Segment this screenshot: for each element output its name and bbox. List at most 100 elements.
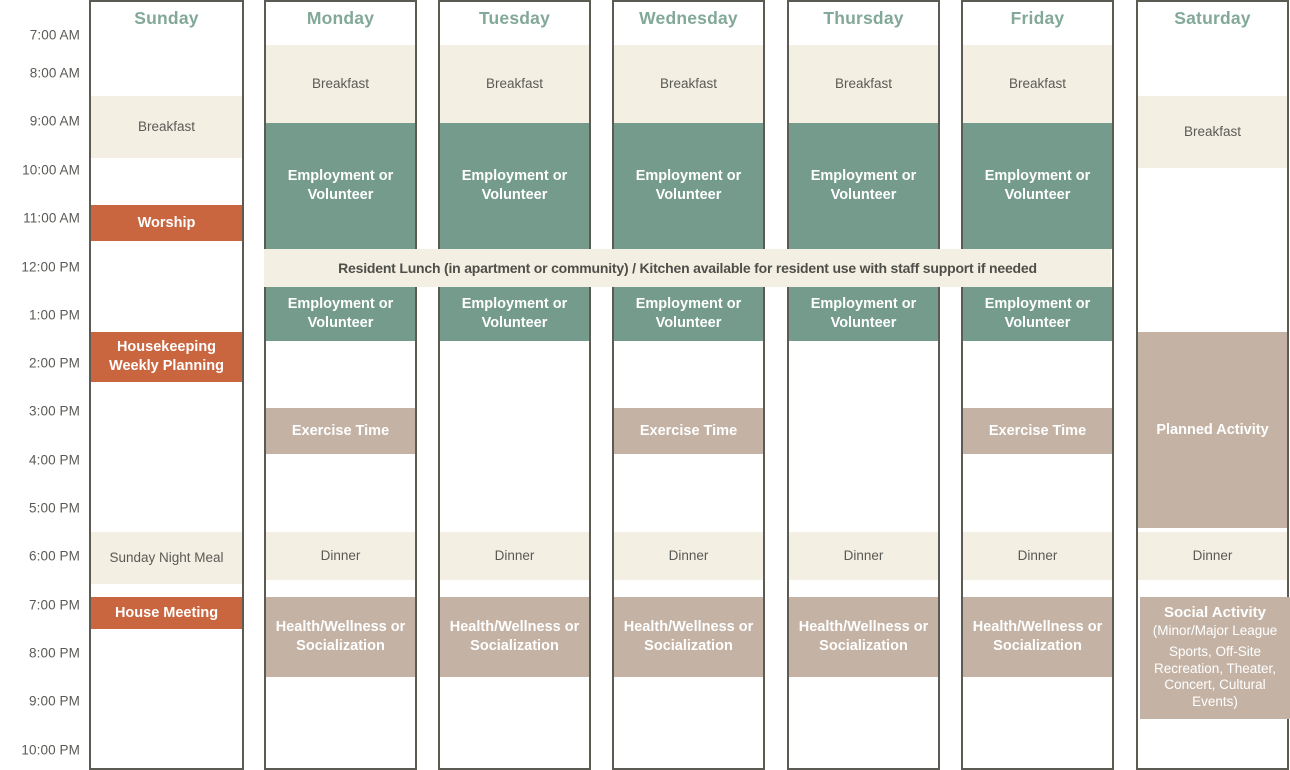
- event-label: Employment or Volunteer: [635, 296, 742, 331]
- event-label: Sunday Night Meal: [109, 550, 224, 566]
- event-label: Employment or Volunteer: [287, 296, 394, 331]
- event-label: Planned Activity: [1156, 421, 1269, 438]
- event-block[interactable]: Employment or Volunteer: [440, 287, 589, 341]
- event-label: Exercise Time: [988, 422, 1087, 439]
- event-label: Dinner: [668, 548, 709, 564]
- event-block[interactable]: Breakfast: [1138, 96, 1287, 168]
- time-label: 10:00 PM: [21, 742, 80, 758]
- time-label: 2:00 PM: [29, 355, 80, 371]
- event-label: Exercise Time: [291, 422, 390, 439]
- time-axis: 7:00 AM 8:00 AM 9:00 AM 10:00 AM 11:00 AM 12:…: [0, 0, 88, 770]
- event-label: Employment or Volunteer: [984, 168, 1091, 203]
- event-block[interactable]: Dinner: [1138, 532, 1287, 580]
- event-label: Breakfast: [659, 76, 718, 92]
- social-activity-title: Social Activity: [1164, 604, 1266, 621]
- time-label: 3:00 PM: [29, 403, 80, 419]
- event-label: Employment or Volunteer: [461, 168, 568, 203]
- event-block[interactable]: Dinner: [440, 532, 589, 580]
- event-block[interactable]: House Meeting: [91, 597, 242, 629]
- event-label: Breakfast: [1183, 124, 1242, 140]
- event-block[interactable]: Dinner: [963, 532, 1112, 580]
- day-header-wednesday: Wednesday: [639, 8, 738, 28]
- day-column-friday[interactable]: Friday Breakfast Employment or Volunteer Em…: [961, 0, 1114, 770]
- event-block[interactable]: Employment or Volunteer: [789, 123, 938, 249]
- event-block[interactable]: Worship: [91, 205, 242, 241]
- day-header-saturday: Saturday: [1174, 8, 1251, 28]
- day-header-tuesday: Tuesday: [478, 8, 551, 28]
- event-block[interactable]: Exercise Time: [614, 408, 763, 454]
- event-block[interactable]: Employment or Volunteer: [266, 287, 415, 341]
- event-block[interactable]: Health/Wellness or Socialization: [963, 597, 1112, 677]
- event-block[interactable]: Dinner: [789, 532, 938, 580]
- event-label: Employment or Volunteer: [984, 296, 1091, 331]
- event-label: Breakfast: [834, 76, 893, 92]
- event-block[interactable]: Health/Wellness or Socialization: [440, 597, 589, 677]
- event-label: Breakfast: [485, 76, 544, 92]
- time-label: 7:00 AM: [29, 27, 80, 43]
- day-column-sunday[interactable]: Sunday Breakfast Worship Housekeeping Weekl…: [89, 0, 244, 770]
- event-block[interactable]: Breakfast: [789, 45, 938, 123]
- event-label: Health/Wellness or Socialization: [798, 619, 929, 654]
- day-column-wednesday[interactable]: Wednesday Breakfast Employment or Voluntee…: [612, 0, 765, 770]
- day-column-tuesday[interactable]: Tuesday Breakfast Employment or Volunteer E…: [438, 0, 591, 770]
- event-label: Health/Wellness or Socialization: [449, 619, 580, 654]
- time-label: 10:00 AM: [22, 162, 80, 178]
- event-label: Employment or Volunteer: [461, 296, 568, 331]
- day-header-thursday: Thursday: [823, 8, 904, 28]
- time-label: 9:00 AM: [29, 113, 80, 129]
- day-header-monday: Monday: [306, 8, 375, 28]
- event-block[interactable]: Housekeeping Weekly Planning: [91, 332, 242, 382]
- event-block[interactable]: Employment or Volunteer: [789, 287, 938, 341]
- event-block[interactable]: Employment or Volunteer: [963, 123, 1112, 249]
- event-label: Dinner: [320, 548, 361, 564]
- event-label: Breakfast: [1008, 76, 1067, 92]
- event-label: Employment or Volunteer: [635, 168, 742, 203]
- event-block[interactable]: Employment or Volunteer: [963, 287, 1112, 341]
- event-label: Employment or Volunteer: [810, 168, 917, 203]
- event-label: Health/Wellness or Socialization: [972, 619, 1103, 654]
- event-block[interactable]: Employment or Volunteer: [614, 123, 763, 249]
- event-label: Health/Wellness or Socialization: [623, 619, 754, 654]
- event-label: Breakfast: [137, 119, 196, 135]
- event-block[interactable]: Employment or Volunteer: [440, 123, 589, 249]
- event-block[interactable]: Dinner: [614, 532, 763, 580]
- event-block[interactable]: Breakfast: [440, 45, 589, 123]
- day-column-thursday[interactable]: Thursday Breakfast Employment or Volunteer…: [787, 0, 940, 770]
- event-block[interactable]: Breakfast: [91, 96, 242, 158]
- event-block[interactable]: Dinner: [266, 532, 415, 580]
- event-block[interactable]: Health/Wellness or Socialization: [266, 597, 415, 677]
- event-block[interactable]: Exercise Time: [266, 408, 415, 454]
- time-label: 6:00 PM: [29, 548, 80, 564]
- event-block[interactable]: Breakfast: [266, 45, 415, 123]
- event-block[interactable]: Planned Activity: [1138, 332, 1287, 528]
- social-activity-subtitle-line1: (Minor/Major League: [1152, 622, 1278, 638]
- event-label: Employment or Volunteer: [287, 168, 394, 203]
- time-label: 1:00 PM: [29, 307, 80, 323]
- event-block[interactable]: Sunday Night Meal: [91, 532, 242, 584]
- social-activity-subtitle-line2: Sports, Off-Site Recreation, Theater, Co…: [1153, 644, 1277, 709]
- event-block[interactable]: Health/Wellness or Socialization: [789, 597, 938, 677]
- time-label: 7:00 PM: [29, 597, 80, 613]
- time-label: 8:00 PM: [29, 645, 80, 661]
- event-label: Exercise Time: [639, 422, 738, 439]
- event-label: Housekeeping Weekly Planning: [109, 339, 224, 374]
- event-label: House Meeting: [114, 604, 219, 621]
- day-column-monday[interactable]: Monday Breakfast Employment or Volunteer Em…: [264, 0, 417, 770]
- event-block[interactable]: Exercise Time: [963, 408, 1112, 454]
- resident-lunch-bar[interactable]: Resident Lunch (in apartment or communit…: [264, 249, 1111, 287]
- time-label: 8:00 AM: [29, 65, 80, 81]
- time-label: 9:00 PM: [29, 693, 80, 709]
- saturday-social-activity-block[interactable]: Social Activity (Minor/Major League Spor…: [1140, 597, 1290, 719]
- event-block[interactable]: Health/Wellness or Socialization: [614, 597, 763, 677]
- event-label: Worship: [137, 214, 196, 231]
- event-block[interactable]: Employment or Volunteer: [266, 123, 415, 249]
- event-block[interactable]: Breakfast: [963, 45, 1112, 123]
- time-label: 5:00 PM: [29, 500, 80, 516]
- time-label: 4:00 PM: [29, 452, 80, 468]
- event-block[interactable]: Breakfast: [614, 45, 763, 123]
- event-block[interactable]: Employment or Volunteer: [614, 287, 763, 341]
- day-header-friday: Friday: [1010, 8, 1065, 28]
- time-label: 12:00 PM: [21, 259, 80, 275]
- weekly-schedule: 7:00 AM 8:00 AM 9:00 AM 10:00 AM 11:00 AM 12:…: [0, 0, 1290, 770]
- event-label: Health/Wellness or Socialization: [275, 619, 406, 654]
